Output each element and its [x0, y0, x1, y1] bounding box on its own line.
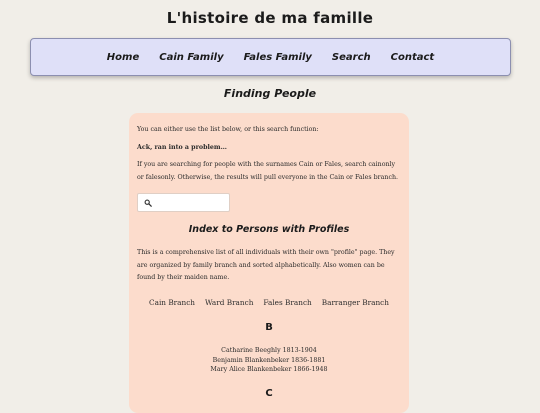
- index-heading: Index to Persons with Profiles: [188, 224, 350, 235]
- branch-link-barranger[interactable]: Barranger Branch: [322, 298, 389, 307]
- intro-text: You can either use the list below, or th…: [137, 126, 319, 133]
- letter-heading-b: B: [265, 322, 273, 333]
- main-navbar: Home Cain Family Fales Family Search Con…: [30, 38, 511, 76]
- search-error-message: Ack, ran into a problem…: [137, 144, 227, 151]
- branch-link-ward[interactable]: Ward Branch: [205, 298, 253, 307]
- search-icon: [144, 199, 152, 207]
- person-link[interactable]: Catharine Beeghly 1813-1904: [129, 346, 409, 356]
- person-list-b: Catharine Beeghly 1813-1904 Benjamin Bla…: [129, 346, 409, 375]
- search-instructions: If you are searching for people with the…: [137, 161, 399, 181]
- search-input[interactable]: [154, 196, 226, 209]
- content-panel: You can either use the list below, or th…: [129, 113, 409, 413]
- person-link[interactable]: Mary Alice Blankenbeker 1866-1948: [129, 365, 409, 375]
- nav-contact[interactable]: Contact: [391, 52, 435, 63]
- branch-link-fales[interactable]: Fales Branch: [263, 298, 311, 307]
- branch-link-cain[interactable]: Cain Branch: [149, 298, 195, 307]
- nav-search[interactable]: Search: [332, 52, 371, 63]
- page-title: Finding People: [223, 87, 317, 100]
- letter-heading-c: C: [265, 388, 273, 399]
- search-field[interactable]: [137, 193, 230, 212]
- index-description: This is a comprehensive list of all indi…: [137, 249, 395, 281]
- nav-home[interactable]: Home: [107, 52, 139, 63]
- nav-cain-family[interactable]: Cain Family: [159, 52, 223, 63]
- branch-links: Cain Branch Ward Branch Fales Branch Bar…: [129, 298, 409, 307]
- site-title: L'histoire de ma famille: [166, 9, 374, 27]
- nav-fales-family[interactable]: Fales Family: [244, 52, 312, 63]
- person-link[interactable]: Benjamin Blankenbeker 1836-1881: [129, 356, 409, 366]
